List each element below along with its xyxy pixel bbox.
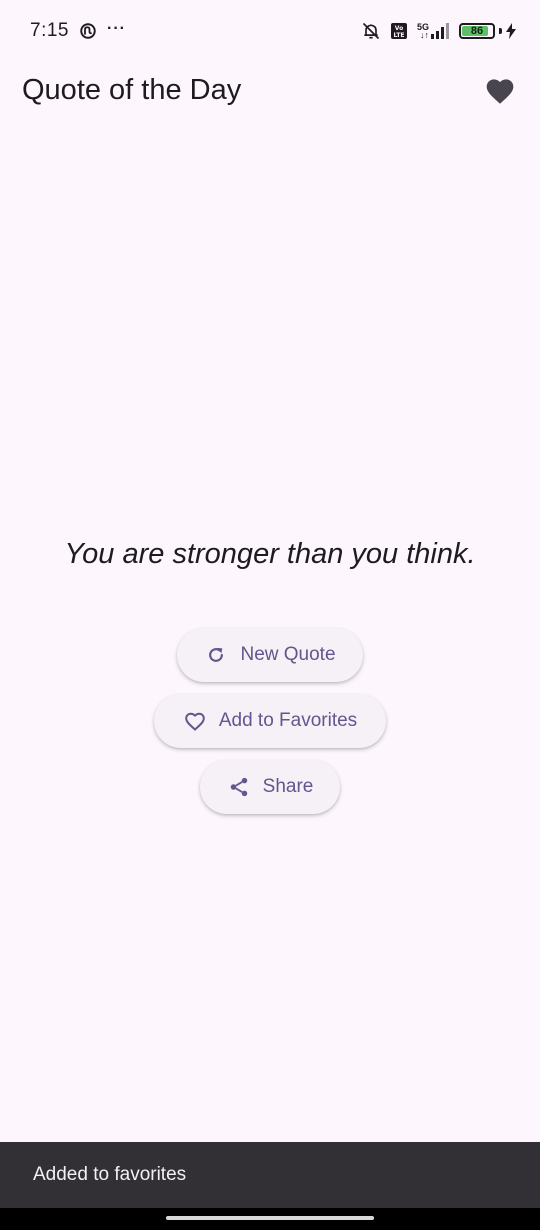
app-bar: Quote of the Day	[0, 62, 540, 118]
status-bar: 7:15 ··· Vo LTE 5G ↓↑ 86	[0, 0, 540, 62]
mute-icon	[361, 21, 381, 41]
heart-outline-icon	[183, 709, 207, 733]
heart-filled-icon	[486, 79, 514, 104]
battery-level: 86	[470, 25, 484, 37]
snackbar: Added to favorites	[0, 1142, 540, 1208]
share-button[interactable]: Share	[200, 760, 340, 814]
network-label: 5G ↓↑	[416, 22, 429, 40]
add-to-favorites-label: Add to Favorites	[218, 710, 358, 731]
share-icon	[227, 775, 251, 799]
refresh-icon	[204, 643, 228, 667]
navigation-bar	[0, 1208, 540, 1230]
battery-icon: 86	[459, 23, 495, 39]
svg-text:Vo: Vo	[395, 25, 403, 32]
signal-icon: 5G ↓↑	[416, 22, 449, 40]
share-label: Share	[262, 776, 314, 797]
volte-icon: Vo LTE	[390, 23, 407, 39]
add-to-favorites-button[interactable]: Add to Favorites	[154, 694, 386, 748]
quote-text: You are stronger than you think.	[64, 538, 476, 570]
battery-tip	[499, 28, 502, 34]
screen: 7:15 ··· Vo LTE 5G ↓↑ 86 Quote of the Da…	[0, 0, 540, 1230]
new-quote-label: New Quote	[240, 644, 336, 665]
page-title: Quote of the Day	[22, 73, 242, 106]
overflow-dots: ···	[106, 20, 126, 37]
home-indicator[interactable]	[166, 1216, 374, 1220]
sync-icon	[79, 22, 97, 40]
status-left: 7:15 ···	[30, 20, 126, 42]
favorites-button[interactable]	[478, 68, 522, 112]
charging-icon	[506, 23, 516, 39]
snackbar-message: Added to favorites	[33, 1164, 187, 1185]
status-time: 7:15	[30, 20, 69, 41]
battery-group: 86	[459, 23, 516, 39]
svg-text:LTE: LTE	[393, 32, 404, 39]
new-quote-button[interactable]: New Quote	[177, 628, 363, 682]
status-right: Vo LTE 5G ↓↑ 86	[361, 21, 516, 41]
